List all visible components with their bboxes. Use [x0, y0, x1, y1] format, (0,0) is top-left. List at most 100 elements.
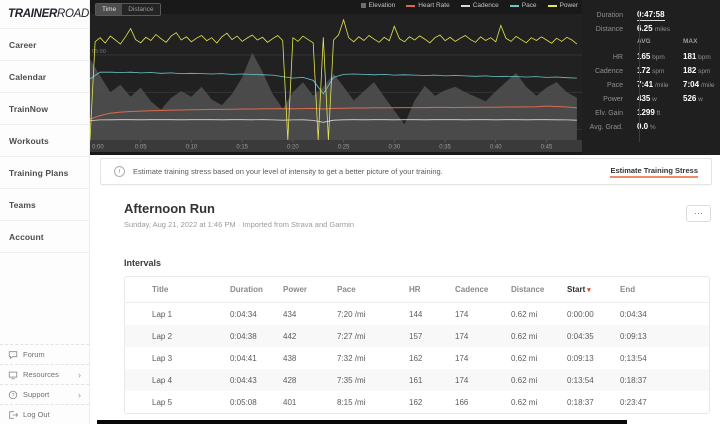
- legend-item-cadence[interactable]: Cadence: [460, 2, 499, 9]
- cadence-swatch-icon: [460, 4, 470, 7]
- sidebar-footer: Forum Resources › ? Support › Log Out: [0, 344, 89, 424]
- stat-label: Distance: [595, 26, 623, 33]
- table-cell: 0:04:41: [230, 353, 257, 363]
- sidebar-item-account[interactable]: Account: [0, 221, 89, 253]
- column-header-duration[interactable]: Duration: [230, 285, 283, 294]
- svg-text:0:45: 0:45: [541, 145, 553, 151]
- stat-row-distance: Distance 6.25 miles: [582, 24, 720, 38]
- table-cell: 174: [455, 375, 469, 385]
- svg-text:0:00: 0:00: [92, 145, 104, 151]
- sidebar-item-calendar[interactable]: Calendar: [0, 61, 89, 93]
- sidebar-item-label: Forum: [23, 350, 45, 359]
- sidebar-item-career[interactable]: Career: [0, 29, 89, 61]
- table-cell: 174: [455, 331, 469, 341]
- pace-swatch-icon: [509, 4, 519, 7]
- table-row[interactable]: Lap 4 0:04:43 428 7:35 /mi 161 174 0.62 mi 0:13…: [125, 369, 709, 391]
- table-cell: 401: [283, 397, 297, 407]
- sidebar-item-training-plans[interactable]: Training Plans: [0, 157, 89, 189]
- column-header-hr[interactable]: HR: [409, 285, 455, 294]
- sidebar-item-resources[interactable]: Resources ›: [0, 364, 89, 384]
- sidebar-item-forum[interactable]: Forum: [0, 344, 89, 364]
- sidebar-item-support[interactable]: ? Support ›: [0, 384, 89, 404]
- legend-label: Pace: [521, 2, 537, 9]
- table-cell: Lap 3: [152, 353, 173, 363]
- table-row[interactable]: Lap 5 0:05:08 401 8:15 /mi 162 166 0.62 mi 0:18…: [125, 391, 709, 413]
- legend-item-elevation[interactable]: Elevation: [360, 2, 395, 9]
- sidebar-item-label: Support: [23, 390, 50, 399]
- table-cell: 428: [283, 375, 297, 385]
- column-header-end[interactable]: End: [620, 285, 708, 294]
- stat-label: Avg. Grad.: [589, 124, 623, 131]
- column-header-title[interactable]: Title: [152, 285, 230, 294]
- table-row[interactable]: Lap 3 0:04:41 438 7:32 /mi 162 174 0.62 mi 0:09…: [125, 347, 709, 369]
- svg-text:0:25: 0:25: [338, 145, 350, 151]
- intervals-heading: Intervals: [124, 258, 162, 268]
- activity-chart-header: Time Distance Elevation Heart Rate Caden…: [89, 0, 720, 155]
- table-cell: 0:04:35: [567, 331, 594, 341]
- table-row[interactable]: Lap 2 0:04:38 442 7:27 /mi 157 174 0.62 mi 0:04…: [125, 325, 709, 347]
- toggle-distance-button[interactable]: Distance: [122, 4, 160, 15]
- legend-item-heart-rate[interactable]: Heart Rate: [406, 2, 450, 9]
- column-header-distance[interactable]: Distance: [511, 285, 567, 294]
- sidebar-item-teams[interactable]: Teams: [0, 189, 89, 221]
- intervals-table-body: Lap 1 0:04:34 434 7:20 /mi 144 174 0.62 mi 0:00…: [125, 303, 709, 413]
- stat-label: Duration: [596, 12, 623, 19]
- sidebar-item-trainnow[interactable]: TrainNow: [0, 93, 89, 125]
- table-cell: Lap 5: [152, 397, 173, 407]
- svg-text:0:15: 0:15: [236, 145, 248, 151]
- table-cell: Lap 1: [152, 309, 173, 319]
- resources-icon: [8, 371, 18, 379]
- chart-legend: Elevation Heart Rate Cadence Pace Power: [90, 2, 578, 9]
- column-header-start[interactable]: Start ▾: [567, 285, 620, 294]
- table-cell: Lap 4: [152, 375, 173, 385]
- svg-text:0:10: 0:10: [186, 145, 198, 151]
- stat-row: Elv. Gain 1299 ft: [582, 108, 720, 122]
- sidebar-item-workouts[interactable]: Workouts: [0, 125, 89, 157]
- table-row[interactable]: Lap 1 0:04:34 434 7:20 /mi 144 174 0.62 mi 0:00…: [125, 303, 709, 325]
- support-icon: ?: [8, 390, 18, 399]
- column-header-cadence[interactable]: Cadence: [455, 285, 511, 294]
- chevron-right-icon: ›: [78, 389, 81, 400]
- stat-row-headers: AVG MAX: [582, 38, 720, 52]
- table-cell: 0:18:37: [620, 375, 647, 385]
- legend-item-pace[interactable]: Pace: [509, 2, 537, 9]
- table-cell: 0:18:37: [567, 397, 594, 407]
- table-cell: 174: [455, 309, 469, 319]
- stat-value: 0:47:58: [632, 10, 718, 21]
- trainerroad-logo[interactable]: TRAINER ROAD: [0, 0, 89, 29]
- table-cell: 0:09:13: [567, 353, 594, 363]
- table-cell: 0:13:54: [567, 375, 594, 385]
- table-cell: 166: [455, 397, 469, 407]
- stat-row: Avg. Grad. 0.0 %: [582, 122, 720, 136]
- svg-text:?: ?: [11, 392, 14, 398]
- table-cell: 7:27 /mi: [337, 331, 366, 341]
- legend-item-power[interactable]: Power: [547, 2, 578, 9]
- table-cell: 434: [283, 309, 297, 319]
- activity-chart-svg[interactable]: 05:0010:0015:000:000:050:100:150:200:250…: [89, 0, 582, 155]
- legend-label: Power: [559, 2, 578, 9]
- toggle-time-button[interactable]: Time: [96, 4, 123, 15]
- duration-value[interactable]: 0:47:58: [637, 10, 665, 21]
- svg-text:0:20: 0:20: [287, 145, 299, 151]
- sidebar-item-logout[interactable]: Log Out: [0, 404, 89, 424]
- activity-chart[interactable]: Time Distance Elevation Heart Rate Caden…: [89, 0, 582, 155]
- estimate-training-stress-link[interactable]: Estimate Training Stress: [610, 166, 698, 178]
- table-cell: 0:05:08: [230, 397, 257, 407]
- svg-text:0:35: 0:35: [439, 145, 451, 151]
- more-options-button[interactable]: ⋯: [686, 205, 711, 222]
- stat-max-value: 7:04 /mile: [683, 80, 715, 89]
- column-header-pace[interactable]: Pace: [337, 285, 409, 294]
- max-column-header: MAX: [683, 38, 698, 45]
- stat-row: Cadence 172 spm 182 spm: [582, 66, 720, 80]
- sort-arrow-icon: ▾: [585, 287, 591, 294]
- column-header-power[interactable]: Power: [283, 285, 337, 294]
- svg-text:0:30: 0:30: [388, 145, 400, 151]
- stat-row: HR 165 bpm 181 bpm: [582, 52, 720, 66]
- table-cell: 7:35 /mi: [337, 375, 366, 385]
- stat-label: Elv. Gain: [595, 110, 623, 117]
- table-cell: 0:23:47: [620, 397, 647, 407]
- table-cell: 162: [409, 353, 423, 363]
- svg-text:0:05: 0:05: [135, 145, 147, 151]
- stat-row: Pace 7:41 /mile 7:04 /mile: [582, 80, 720, 94]
- activity-subtitle: Sunday, Aug 21, 2022 at 1:46 PM · Import…: [124, 220, 354, 229]
